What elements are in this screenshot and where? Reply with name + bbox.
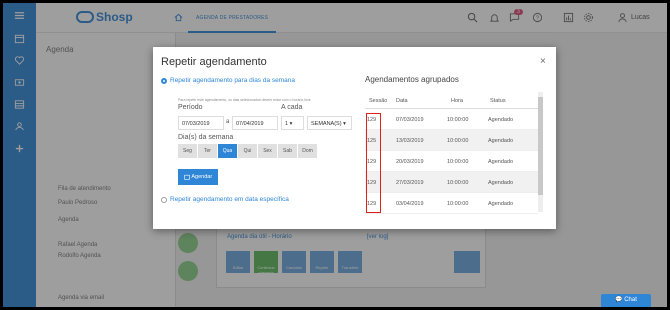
cell-data: 03/04/2019: [396, 201, 424, 207]
day-qua[interactable]: Qua: [218, 144, 237, 158]
scrollbar-thumb[interactable]: [538, 97, 543, 195]
table-row[interactable]: 129 27/03/2019 10:00:00 Agendado: [365, 172, 538, 193]
every-value-select[interactable]: 1 ▾: [281, 116, 304, 130]
cell-data: 13/03/2019: [396, 138, 424, 144]
session-highlight-box: [366, 113, 381, 213]
option-specific-date[interactable]: Repetir agendamento em data específica: [161, 196, 289, 203]
days-label: Dia(s) da semana: [178, 134, 234, 141]
day-qui[interactable]: Qui: [238, 144, 257, 158]
repeat-appointment-modal: Repetir agendamento × Repetir agendament…: [153, 47, 556, 229]
cell-data: 07/03/2019: [396, 117, 424, 123]
grouped-title: Agendamentos agrupados: [365, 75, 459, 84]
cell-status: Agendado: [488, 138, 514, 144]
cell-hora: 10:00:00: [447, 117, 469, 123]
every-value: 1: [285, 121, 289, 127]
cell-hora: 10:00:00: [447, 180, 469, 186]
cell-hora: 10:00:00: [447, 138, 469, 144]
end-date-input[interactable]: 07/04/2019: [232, 116, 278, 130]
hint-text: Para repetir este agendamento, os dias s…: [178, 98, 311, 102]
start-date-input[interactable]: 07/03/2019: [178, 116, 224, 130]
agendar-button[interactable]: Agendar: [178, 169, 218, 185]
day-seg[interactable]: Seg: [178, 144, 197, 158]
column-header: Sessão: [369, 98, 388, 104]
modal-title: Repetir agendamento: [161, 56, 267, 68]
table-row[interactable]: 129 20/03/2019 10:00:00 Agendado: [365, 151, 538, 172]
day-dom[interactable]: Dom: [298, 144, 317, 158]
cell-data: 27/03/2019: [396, 180, 424, 186]
column-header: Hora: [451, 98, 463, 104]
chat-button[interactable]: 💬 Chat: [601, 294, 651, 307]
option-weekdays-label: Repetir agendamento para dias da semana: [170, 77, 296, 84]
table-row[interactable]: 129 07/03/2019 10:00:00 Agendado: [365, 109, 538, 130]
day-ter[interactable]: Ter: [198, 144, 217, 158]
cell-hora: 10:00:00: [447, 159, 469, 165]
chat-label: Chat: [624, 297, 637, 303]
close-icon[interactable]: ×: [540, 56, 546, 67]
cell-status: Agendado: [488, 180, 514, 186]
a-cada-label: A cada: [281, 104, 303, 111]
every-unit: SEMANA(S): [311, 121, 342, 127]
column-header: Status: [490, 98, 506, 104]
radio-on-icon[interactable]: [161, 77, 167, 84]
option-specific-date-label: Repetir agendamento em data específica: [170, 196, 289, 203]
cell-status: Agendado: [488, 159, 514, 165]
every-unit-select[interactable]: SEMANA(S) ▾: [307, 116, 352, 130]
cell-status: Agendado: [488, 117, 514, 123]
date-separator: a: [226, 119, 230, 125]
cell-status: Agendado: [488, 201, 514, 207]
agendar-label: Agendar: [191, 174, 213, 180]
option-weekdays[interactable]: Repetir agendamento para dias da semana: [161, 77, 295, 84]
radio-off-icon[interactable]: [161, 196, 167, 203]
app-frame: Shosp AGENDA DE PRESTADORES 3 ? Lucas Ag…: [3, 3, 667, 307]
table-row[interactable]: 129 03/04/2019 10:00:00 Agendado: [365, 193, 538, 214]
table-row[interactable]: 125 13/03/2019 10:00:00 Agendado: [365, 130, 538, 151]
column-header: Data: [396, 98, 408, 104]
day-sab[interactable]: Sab: [278, 144, 297, 158]
day-sex[interactable]: Sex: [258, 144, 277, 158]
cell-hora: 10:00:00: [447, 201, 469, 207]
cell-data: 20/03/2019: [396, 159, 424, 165]
periodo-label: Período: [178, 104, 203, 111]
calendar-icon: [184, 174, 190, 180]
